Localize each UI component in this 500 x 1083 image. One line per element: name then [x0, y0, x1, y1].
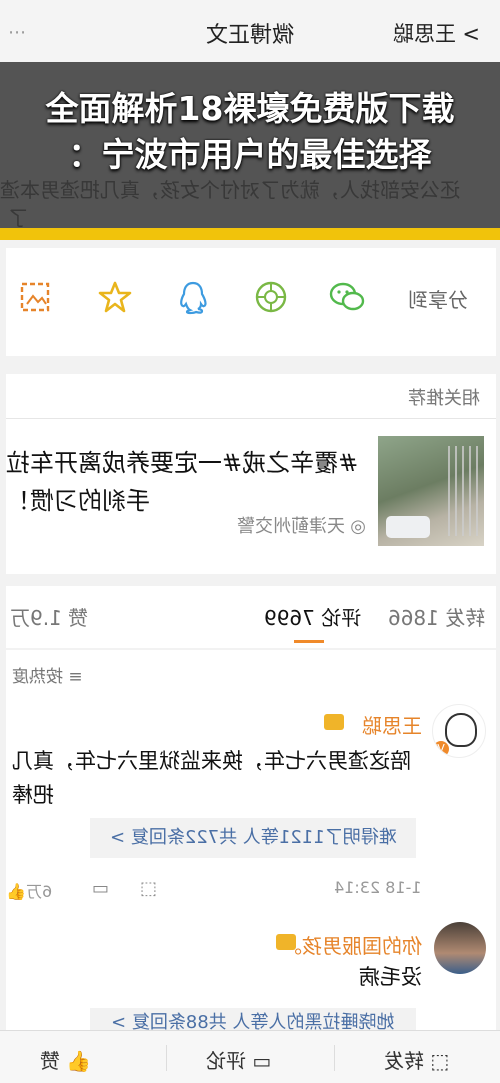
like-button[interactable]: 赞 👍	[40, 1045, 91, 1074]
post-text-background-2: 了	[8, 206, 28, 230]
tab-repost[interactable]: 转发 1866	[388, 602, 485, 631]
headline-banner: 全面解析18裸壕免费版下载 ：宁波市用户的最佳选择	[0, 86, 500, 178]
share-panel: 分享到	[6, 248, 496, 356]
chevron-back-icon: <	[462, 22, 480, 46]
comment-icon: ▭	[252, 1049, 272, 1073]
repost-button[interactable]: 转发 ⬚	[384, 1045, 449, 1074]
thumbs-up-icon: 👍	[66, 1049, 92, 1073]
related-thumbnail[interactable]	[378, 436, 484, 546]
yellow-divider	[0, 228, 500, 240]
forward-icon[interactable]: ⬚	[140, 878, 157, 899]
verified-badge-icon: V	[433, 741, 449, 757]
comment-button[interactable]: 评论 ▭	[206, 1045, 271, 1074]
crown-badge-icon	[276, 934, 296, 950]
thumbs-up-icon: 👍	[6, 882, 26, 901]
stats-tabs: 赞 1.9万 评论 7699 转发 1866	[6, 586, 496, 648]
avatar-rabbit-face	[445, 713, 477, 747]
separator	[334, 1045, 335, 1071]
crown-badge-icon	[324, 714, 344, 730]
comment-text: 没毛病	[359, 965, 422, 989]
comment-author[interactable]: 你的国服男孩。	[282, 930, 422, 959]
tab-like[interactable]: 赞 1.9万	[10, 602, 88, 631]
comment-time: 1-18 23:14	[334, 878, 422, 897]
bottom-action-bar: 赞 👍 评论 ▭ 转发 ⬚	[0, 1030, 500, 1083]
source-icon: ◎	[350, 516, 366, 537]
related-source: 天津蓟州交警 ◎	[236, 516, 366, 537]
moments-icon[interactable]	[250, 276, 292, 318]
qq-icon[interactable]	[172, 276, 214, 318]
thumbnail-car	[386, 516, 430, 538]
repost-icon: ⬚	[430, 1049, 450, 1073]
headline-line-2: ：宁波市用户的最佳选择	[68, 135, 432, 174]
save-image-icon[interactable]	[14, 276, 56, 318]
thumbnail-fence	[448, 446, 478, 536]
more-options-icon[interactable]: ⋯	[8, 22, 26, 43]
back-button[interactable]: 王思聪 <	[393, 18, 480, 48]
comment-list: 按热度 ≡ V 王思聪 陪这渣男六七年，换来监狱里六七年，真几把棒 难得明了11…	[6, 650, 496, 1034]
avatar[interactable]	[434, 922, 486, 974]
comment-author[interactable]: 王思聪	[362, 710, 422, 739]
divider	[6, 418, 496, 419]
related-title[interactable]: #覆辛之戒#一定要养成离开车拉手刹的习惯！	[6, 444, 366, 520]
share-to-label: 分享到	[408, 288, 468, 312]
favorite-star-icon[interactable]	[94, 276, 136, 318]
like-count[interactable]: 👍6万	[6, 878, 52, 902]
headline-line-1: 全面解析18裸壕免费版下载	[45, 89, 455, 128]
sort-icon: ≡	[68, 667, 83, 687]
back-label: 王思聪	[392, 22, 456, 46]
avatar[interactable]: V	[432, 704, 486, 758]
headline-overlay: 还公安部找人，就为了对付个女孩，真几把渣男本渣 了 全面解析18裸壕免费版下载 …	[0, 62, 500, 230]
weixin-icon[interactable]	[326, 276, 368, 318]
comment-reply-icon[interactable]: ▭	[92, 878, 109, 899]
reply-summary[interactable]: 难得明了1121等人 共722条回复 >	[90, 818, 416, 858]
related-recommendation[interactable]: 相关推荐 #覆辛之戒#一定要养成离开车拉手刹的习惯！ 天津蓟州交警 ◎	[6, 374, 496, 574]
active-tab-indicator	[294, 640, 324, 643]
tab-comment[interactable]: 评论 7699	[264, 602, 361, 631]
separator	[166, 1045, 167, 1071]
related-header: 相关推荐	[408, 388, 480, 409]
post-text-background: 还公安部找人，就为了对付个女孩，真几把渣男本渣	[0, 178, 460, 202]
page-title: 微博正文	[205, 23, 294, 48]
top-nav-bar: ⋯ 微博正文 王思聪 <	[0, 0, 500, 63]
sort-by-hot-button[interactable]: 按热度 ≡	[12, 662, 83, 687]
comment-text: 陪这渣男六七年，换来监狱里六七年，真几把棒	[12, 749, 411, 807]
